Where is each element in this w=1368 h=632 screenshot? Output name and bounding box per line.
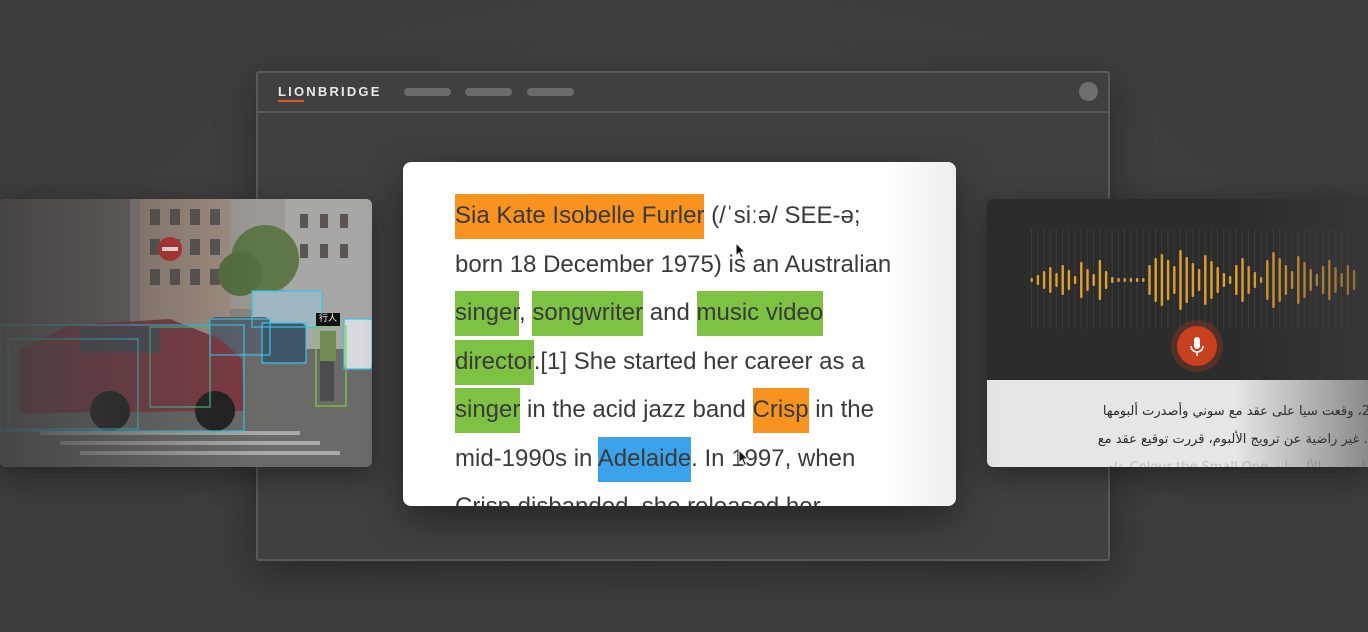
waveform-bar bbox=[1216, 267, 1219, 293]
audio-transcription-card: في عام 2000، وقعت سيا على عقد مع سوني وأ… bbox=[987, 199, 1368, 467]
waveform-bar bbox=[1321, 266, 1325, 294]
waveform-bar bbox=[1309, 269, 1312, 291]
waveform-bar bbox=[1247, 266, 1250, 294]
waveform-bar bbox=[1185, 257, 1188, 303]
window-control-button[interactable] bbox=[1079, 82, 1098, 101]
waveform-bar bbox=[1148, 265, 1151, 295]
stage: LIONBRIDGE 行人 2 ، وقعت سيا على عقد مع سو… bbox=[0, 0, 1368, 632]
waveform-bar bbox=[1042, 271, 1046, 289]
audio-waveform-panel bbox=[987, 199, 1368, 380]
brand-underline bbox=[278, 100, 304, 102]
waveform-bar bbox=[1235, 265, 1238, 295]
waveform-bar bbox=[1334, 267, 1337, 293]
plain-text-segment: and bbox=[643, 299, 697, 326]
waveform-bar bbox=[1210, 261, 1213, 299]
waveform-bar bbox=[1061, 265, 1064, 295]
waveform-bar bbox=[1315, 274, 1319, 286]
waveform-bar bbox=[1284, 265, 1288, 295]
brand-name: LIONBRIDGE bbox=[278, 84, 382, 99]
waveform-bar bbox=[1166, 260, 1170, 300]
entity-highlight-blue[interactable]: Adelaide bbox=[597, 436, 692, 482]
microphone-icon bbox=[1190, 337, 1204, 356]
waveform-bar bbox=[1067, 270, 1071, 290]
waveform-bar bbox=[1092, 274, 1095, 286]
waveform-bar bbox=[1228, 276, 1232, 284]
waveform-bar bbox=[1328, 260, 1331, 300]
waveform-bar bbox=[1266, 260, 1269, 300]
transcript-line: شركة أخرى وأصدرت الألبومات Colour the Sm… bbox=[987, 454, 1368, 467]
entity-highlight-orange[interactable]: Sia Kate Isobelle Furler bbox=[455, 194, 705, 239]
waveform-bar bbox=[1086, 269, 1089, 291]
waveform-bar bbox=[1278, 258, 1281, 302]
nav-placeholder-2[interactable] bbox=[465, 88, 512, 96]
waveform-bar bbox=[1098, 260, 1102, 300]
waveform-bar bbox=[1117, 278, 1120, 282]
waveform-bar bbox=[1297, 256, 1300, 304]
waveform-bar bbox=[1346, 265, 1350, 295]
plain-text-segment: , bbox=[519, 299, 533, 326]
waveform-bar bbox=[1173, 266, 1176, 294]
waveform-bar bbox=[1135, 278, 1139, 282]
waveform-bar bbox=[1241, 258, 1244, 302]
waveform-bar bbox=[1197, 269, 1201, 291]
waveform-bar bbox=[1036, 275, 1040, 285]
waveform-bar bbox=[1073, 276, 1077, 284]
entity-highlight-orange[interactable]: Crisp bbox=[752, 388, 809, 433]
transcript-line: في عام 2000، وقعت سيا على عقد مع سوني وأ… bbox=[1102, 404, 1368, 419]
waveform-bar bbox=[1253, 272, 1257, 288]
entity-annotation-card: Sia Kate Isobelle Furler (/ˈsiːə/ SEE-ə;… bbox=[403, 162, 956, 506]
waveform-bar bbox=[1030, 278, 1033, 282]
waveform-bar bbox=[1191, 263, 1195, 297]
pedestrian-label-tag: 行人 bbox=[316, 313, 341, 326]
annotated-text[interactable]: Sia Kate Isobelle Furler (/ˈsiːə/ SEE-ə;… bbox=[455, 192, 915, 506]
window-title-bar: LIONBRIDGE bbox=[258, 73, 1108, 113]
waveform-bar bbox=[1129, 278, 1133, 282]
waveform-bar bbox=[1340, 273, 1343, 287]
plain-text-segment: .[1] She started her career as a bbox=[533, 347, 865, 375]
entity-highlight-green[interactable]: songwriter bbox=[532, 291, 644, 336]
image-edge-fade bbox=[0, 199, 372, 467]
nav-placeholder-3[interactable] bbox=[527, 88, 574, 96]
waveform-bar bbox=[1111, 277, 1114, 283]
plain-text-segment: in the acid jazz band bbox=[520, 396, 753, 423]
waveform-bar bbox=[1154, 258, 1157, 302]
waveform-bar bbox=[1259, 277, 1263, 283]
waveform-bar bbox=[1222, 273, 1226, 287]
brand-logo: LIONBRIDGE bbox=[278, 84, 382, 102]
entity-highlight-green[interactable]: singer bbox=[455, 291, 520, 336]
nav-placeholder-1[interactable] bbox=[404, 88, 451, 96]
waveform-bar bbox=[1352, 270, 1356, 290]
entity-highlight-green[interactable]: singer bbox=[455, 388, 521, 433]
waveform-bar bbox=[1303, 262, 1306, 298]
waveform-bar bbox=[1080, 262, 1083, 298]
waveform-bar bbox=[1104, 271, 1108, 289]
waveform-bar bbox=[1204, 255, 1207, 305]
waveform-bar bbox=[1055, 273, 1058, 287]
waveform-bar bbox=[1179, 250, 1182, 310]
microphone-button[interactable] bbox=[1177, 326, 1217, 366]
waveform-bar bbox=[1049, 267, 1052, 293]
waveform-bar bbox=[1272, 252, 1275, 308]
arabic-transcript: في عام 2000، وقعت سيا على عقد مع سوني وأ… bbox=[987, 380, 1368, 467]
waveform-bar bbox=[1290, 271, 1294, 289]
waveform-bar bbox=[1123, 278, 1126, 282]
waveform-bar bbox=[1142, 278, 1145, 282]
waveform-bar bbox=[1160, 254, 1164, 306]
transcript-line: وحققت نجاحاً. غير راضية عن ترويج الألبوم… bbox=[1097, 432, 1368, 447]
annotated-street-image: 行人 bbox=[0, 199, 372, 467]
